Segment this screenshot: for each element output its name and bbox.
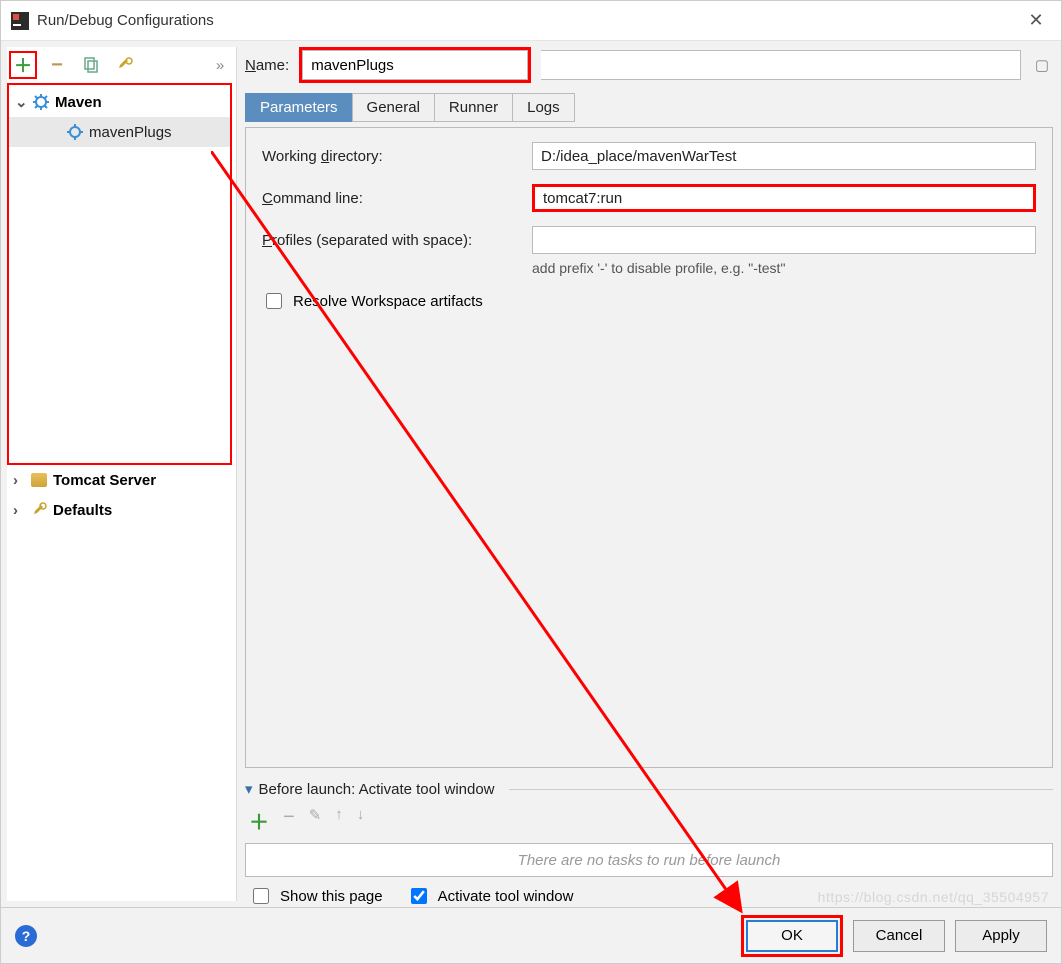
gear-icon bbox=[33, 94, 49, 110]
tree-label-mavenplugs: mavenPlugs bbox=[89, 124, 172, 141]
config-tree-rest: › Tomcat Server › Defaults bbox=[7, 465, 236, 525]
tree-label-defaults: Defaults bbox=[53, 502, 112, 519]
working-dir-label: Working directory: bbox=[262, 148, 522, 165]
show-page-label: Show this page bbox=[280, 888, 383, 905]
bl-up-button[interactable]: ↑ bbox=[335, 806, 343, 835]
bl-down-button[interactable]: ↓ bbox=[357, 806, 365, 835]
triangle-down-icon: ▾ bbox=[245, 780, 253, 798]
resolve-checkbox[interactable] bbox=[266, 293, 282, 309]
before-launch-header[interactable]: ▾ Before launch: Activate tool window bbox=[245, 780, 1053, 798]
tree-label-tomcat: Tomcat Server bbox=[53, 472, 156, 489]
dialog-body: ＋ − » ⌄ Maven bbox=[1, 41, 1061, 907]
before-launch-list: There are no tasks to run before launch bbox=[245, 843, 1053, 877]
row-profiles: Profiles (separated with space): bbox=[262, 226, 1036, 254]
row-working-dir: Working directory: D:/idea_place/mavenWa… bbox=[262, 142, 1036, 170]
copy-config-button[interactable] bbox=[77, 51, 105, 79]
before-launch-section: ▾ Before launch: Activate tool window ＋ … bbox=[245, 780, 1053, 907]
close-icon[interactable]: ✕ bbox=[1021, 10, 1051, 31]
chevron-down-icon: ⌄ bbox=[15, 93, 27, 111]
divider bbox=[509, 789, 1053, 790]
tomcat-icon bbox=[31, 473, 47, 487]
share-icon[interactable]: ▢ bbox=[1031, 56, 1053, 74]
before-launch-toolbar: ＋ − ✎ ↑ ↓ bbox=[245, 798, 1053, 843]
profiles-hint: add prefix '-' to disable profile, e.g. … bbox=[532, 260, 1036, 276]
wrench-icon bbox=[31, 502, 47, 518]
config-tree-highlighted: ⌄ Maven mavenPlugs bbox=[7, 83, 232, 465]
add-config-button[interactable]: ＋ bbox=[9, 51, 37, 79]
footer: ? OK Cancel Apply bbox=[1, 907, 1061, 963]
tree-node-maven[interactable]: ⌄ Maven bbox=[9, 87, 230, 117]
name-input-extension[interactable] bbox=[541, 50, 1021, 80]
resolve-label: Resolve Workspace artifacts bbox=[293, 293, 483, 310]
sidebar-toolbar: ＋ − » bbox=[7, 47, 236, 83]
tree-node-tomcat[interactable]: › Tomcat Server bbox=[7, 465, 236, 495]
bl-add-button[interactable]: ＋ bbox=[249, 806, 269, 835]
bl-edit-button[interactable]: ✎ bbox=[309, 806, 322, 835]
tab-logs[interactable]: Logs bbox=[512, 93, 575, 122]
remove-config-button[interactable]: − bbox=[43, 51, 71, 79]
row-resolve: Resolve Workspace artifacts bbox=[262, 290, 1036, 312]
chevron-right-icon: › bbox=[13, 502, 25, 519]
profiles-input[interactable] bbox=[532, 226, 1036, 254]
content-panel: Name: ▢ Parameters General Runner Logs W… bbox=[237, 41, 1061, 907]
tabs: Parameters General Runner Logs bbox=[245, 89, 1053, 121]
name-input[interactable] bbox=[302, 50, 528, 80]
sidebar: ＋ − » ⌄ Maven bbox=[7, 47, 237, 901]
intellij-icon bbox=[11, 12, 29, 30]
help-icon[interactable]: ? bbox=[15, 925, 37, 947]
gear-icon bbox=[67, 124, 83, 140]
before-launch-checks: Show this page Activate tool window bbox=[245, 877, 1053, 907]
profiles-label: Profiles (separated with space): bbox=[262, 232, 522, 249]
tab-general[interactable]: General bbox=[352, 93, 435, 122]
name-row: Name: ▢ bbox=[245, 47, 1053, 83]
ok-button[interactable]: OK bbox=[746, 920, 838, 952]
name-label: Name: bbox=[245, 57, 289, 74]
apply-button[interactable]: Apply bbox=[955, 920, 1047, 952]
titlebar: Run/Debug Configurations ✕ bbox=[1, 1, 1061, 41]
working-dir-input[interactable]: D:/idea_place/mavenWarTest bbox=[532, 142, 1036, 170]
dialog-title: Run/Debug Configurations bbox=[37, 12, 1021, 29]
parameters-panel: Working directory: D:/idea_place/mavenWa… bbox=[245, 127, 1053, 768]
show-page-checkbox[interactable] bbox=[253, 888, 269, 904]
cancel-button[interactable]: Cancel bbox=[853, 920, 945, 952]
ok-highlight-box: OK bbox=[741, 915, 843, 957]
chevron-right-icon: › bbox=[13, 472, 25, 489]
tree-node-defaults[interactable]: › Defaults bbox=[7, 495, 236, 525]
command-line-label: Command line: bbox=[262, 190, 522, 207]
before-launch-title: Before launch: Activate tool window bbox=[259, 781, 495, 798]
expand-chevrons-icon[interactable]: » bbox=[206, 51, 234, 79]
name-highlight-box bbox=[299, 47, 531, 83]
row-command-line: Command line: tomcat7:run bbox=[262, 184, 1036, 212]
command-line-input[interactable]: tomcat7:run bbox=[532, 184, 1036, 212]
tree-node-mavenplugs[interactable]: mavenPlugs bbox=[9, 117, 230, 147]
before-launch-empty: There are no tasks to run before launch bbox=[518, 852, 781, 869]
bl-remove-button[interactable]: − bbox=[283, 806, 295, 835]
tab-parameters[interactable]: Parameters bbox=[245, 93, 353, 122]
activate-window-checkbox[interactable] bbox=[411, 888, 427, 904]
tree-label-maven: Maven bbox=[55, 94, 102, 111]
tab-runner[interactable]: Runner bbox=[434, 93, 513, 122]
edit-defaults-button[interactable] bbox=[111, 51, 139, 79]
activate-window-label: Activate tool window bbox=[438, 888, 574, 905]
dialog-window: Run/Debug Configurations ✕ ＋ − » ⌄ bbox=[0, 0, 1062, 964]
